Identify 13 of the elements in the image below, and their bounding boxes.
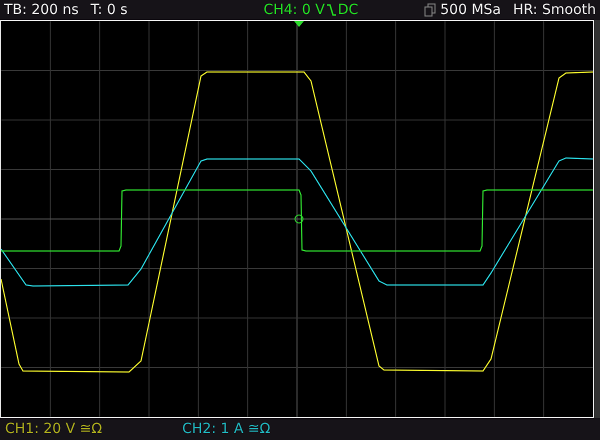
timebase-label: TB: 200 ns — [4, 2, 79, 18]
memory-icon — [424, 3, 436, 17]
falling-edge-icon — [326, 4, 336, 16]
trigger-source-label: CH4: 0 V — [263, 2, 325, 18]
scrollbar[interactable] — [594, 20, 600, 418]
trigger-coupling-label: DC — [338, 2, 358, 18]
trigger-time-label: T: 0 s — [90, 2, 128, 18]
channel-label: CH1: 20 V ≅Ω — [5, 421, 102, 437]
channel-label: CH2: 1 A ≅Ω — [182, 421, 270, 437]
sample-rate-label: 500 MSa — [440, 2, 501, 18]
acquisition-mode-label: HR: Smooth — [512, 2, 596, 18]
trigger-position-icon — [294, 21, 304, 27]
trigger-point-icon — [294, 214, 304, 224]
